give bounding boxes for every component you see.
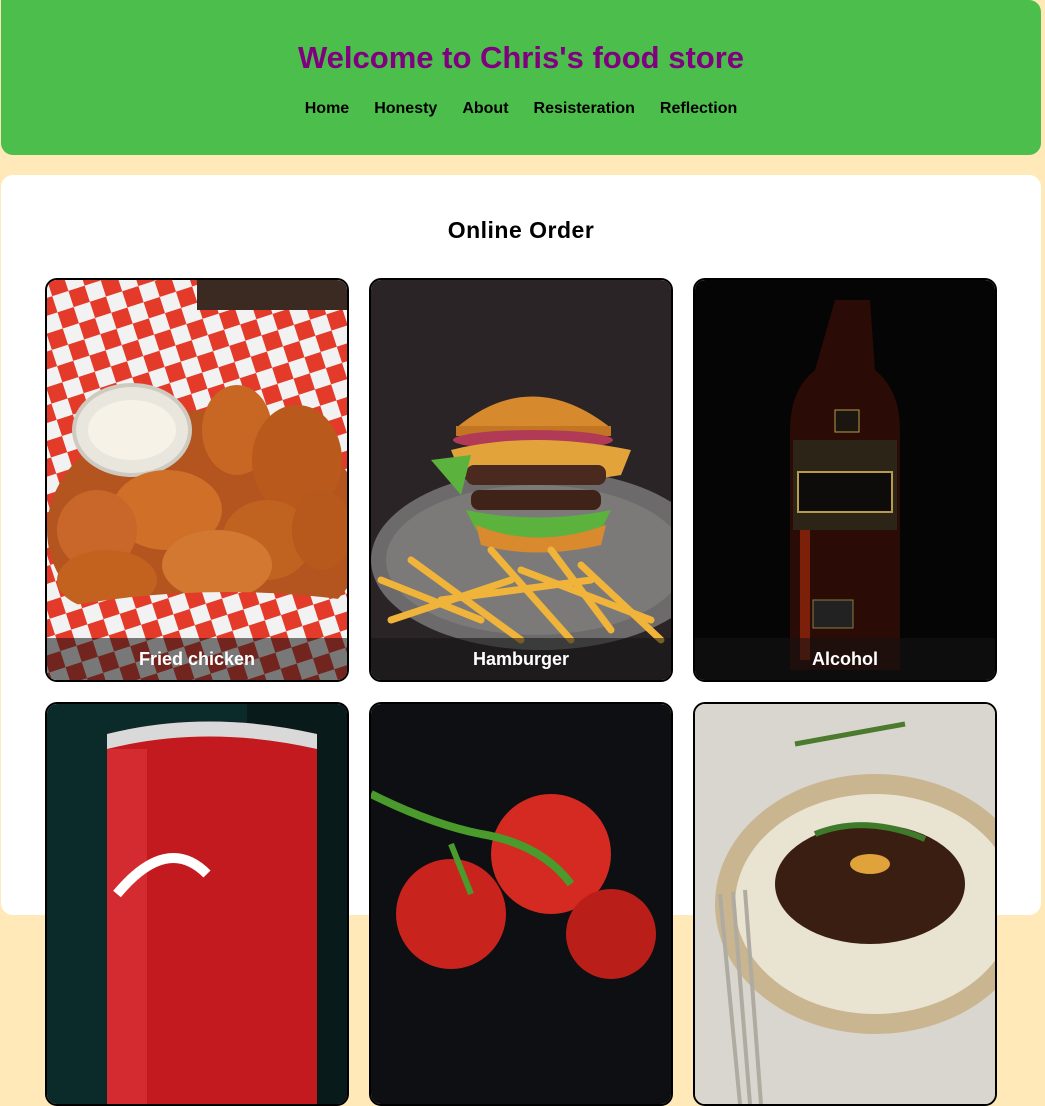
card-tomatoes[interactable] — [369, 702, 673, 1106]
steak-image — [695, 704, 995, 1104]
card-hamburger[interactable]: Hamburger — [369, 278, 673, 682]
cola-can-image — [47, 704, 347, 1104]
card-alcohol[interactable]: Alcohol — [693, 278, 997, 682]
card-cola[interactable] — [45, 702, 349, 1106]
card-fried-chicken[interactable]: Fried chicken — [45, 278, 349, 682]
card-caption: Alcohol — [695, 638, 995, 680]
fried-chicken-image — [47, 280, 347, 680]
nav-about[interactable]: About — [462, 100, 508, 118]
nav-resisteration[interactable]: Resisteration — [534, 100, 635, 118]
card-steak[interactable] — [693, 702, 997, 1106]
whisky-bottle-image — [695, 280, 995, 680]
hamburger-image — [371, 280, 671, 680]
tomatoes-image — [371, 704, 671, 1104]
nav-home[interactable]: Home — [305, 100, 349, 118]
nav-reflection[interactable]: Reflection — [660, 100, 737, 118]
card-caption: Fried chicken — [47, 638, 347, 680]
nav-honesty[interactable]: Honesty — [374, 100, 437, 118]
main-nav: Home Honesty About Resisteration Reflect… — [1, 100, 1041, 118]
site-header: Welcome to Chris's food store Home Hones… — [1, 0, 1041, 155]
section-heading: Online Order — [447, 217, 595, 243]
card-caption: Hamburger — [371, 638, 671, 680]
site-title: Welcome to Chris's food store — [297, 40, 745, 75]
main-content: Online Order Fried chicken Hamburger Alc… — [1, 175, 1041, 1106]
